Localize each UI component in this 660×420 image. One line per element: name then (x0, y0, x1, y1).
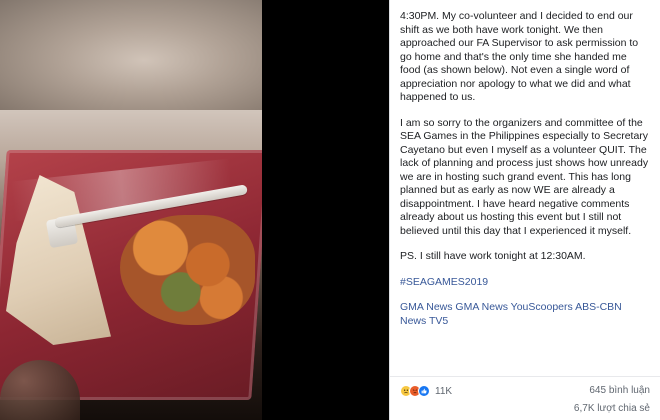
post-body: 4:30PM. My co-volunteer and I decided to… (390, 0, 660, 328)
like-reaction-icon (418, 385, 430, 397)
hashtag-link[interactable]: #SEAGAMES2019 (400, 276, 650, 290)
tagged-pages-links[interactable]: GMA News GMA News YouScoopers ABS-CBN Ne… (400, 301, 650, 328)
post-paragraph: I am so sorry to the organizers and comm… (400, 116, 649, 237)
post-photo[interactable] (0, 0, 262, 420)
post-panel: 4:30PM. My co-volunteer and I decided to… (389, 0, 660, 420)
comments-count-link[interactable]: 645 bình luận (589, 385, 650, 396)
pasta-dish (120, 215, 255, 325)
post-paragraph: PS. I still have work tonight at 12:30AM… (400, 250, 586, 262)
post-footer: 11K 645 bình luận 6,7K lượt chia sẻ (390, 376, 660, 420)
post-paragraph: 4:30PM. My co-volunteer and I decided to… (400, 10, 639, 103)
reaction-count: 11K (435, 385, 453, 397)
reactions-summary[interactable]: 11K (400, 385, 452, 397)
countertop (0, 0, 262, 110)
shares-count-link[interactable]: 6,7K lượt chia sẻ (574, 403, 650, 414)
